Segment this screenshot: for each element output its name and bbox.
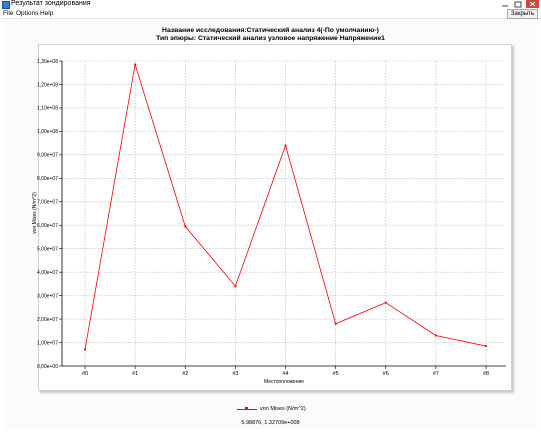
chart-svg: 0,00e+00 1,00e+07 2,00e+07 3,00e+07 4,00e+07… [32,59,506,385]
y-tick-label: 2,00e+07 [37,317,58,323]
y-tick-label: 5,00e+07 [37,246,58,252]
y-tick-label: 1,30e+08 [37,59,58,65]
y-tick-label: 1,20e+08 [37,82,58,88]
legend-marker [245,407,248,410]
y-tick-label: 1,00e+08 [37,129,58,135]
y-tick-label: 8,00e+07 [37,176,58,182]
y-tick-label: 1,10e+08 [37,106,58,112]
y-tick-label: 4,00e+07 [37,270,58,276]
data-point [334,322,337,325]
y-tick-label: 3,00e+07 [37,293,58,299]
y-tick-label: 6,00e+07 [37,223,58,229]
legend-label: von Mises (N/m^2) [260,406,306,412]
y-tick-labels: 0,00e+00 1,00e+07 2,00e+07 3,00e+07 4,00e+07… [37,59,62,370]
y-tick-label: 1,00e+07 [37,340,58,346]
data-point [284,144,287,147]
x-tick-labels: #0 #1 #2 #3 #4 #5 #6 #7 #8 [82,366,489,377]
y-tick-label: 0,00e+00 [37,364,58,370]
x-axis-label: Местоположение [264,379,304,385]
x-tick-label: #3 [232,371,238,377]
x-tick-label: #0 [82,371,88,377]
x-tick-label: #5 [333,371,339,377]
x-tick-label: #4 [282,371,288,377]
data-point [434,334,437,337]
data-point [184,225,187,228]
y-tick-label: 9,00e+07 [37,153,58,159]
data-point [484,344,488,348]
x-tick-label: #7 [433,371,439,377]
y-tick-label: 7,00e+07 [37,200,58,206]
data-point [234,285,237,288]
grid-lines [62,60,506,366]
y-axis-label: von Mises (N/m^2) [32,192,38,234]
x-tick-label: #6 [383,371,389,377]
x-tick-label: #2 [182,371,188,377]
x-tick-label: #1 [132,371,138,377]
x-tick-label: #8 [483,371,489,377]
cursor-coordinates: 5.98876, 1.32709e+008 [241,420,300,426]
data-point [134,63,137,66]
data-point [384,301,387,304]
data-point [83,348,87,351]
